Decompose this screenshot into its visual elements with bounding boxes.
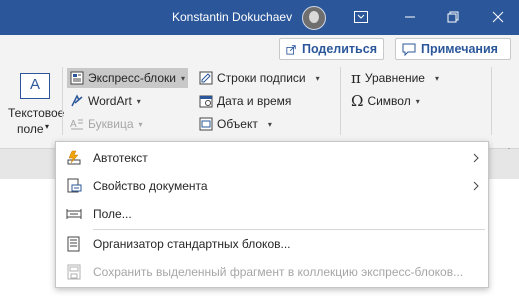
ribbon-display-options-icon[interactable] — [347, 5, 375, 29]
signature-line-label: Строки подписи — [217, 71, 306, 85]
dropcap-label: Буквица — [88, 117, 134, 131]
chevron-right-icon — [473, 153, 479, 163]
menu-item-save-selection: Сохранить выделенный фрагмент в коллекци… — [56, 258, 488, 286]
chevron-down-icon: ▾ — [267, 119, 272, 129]
menu-item-building-blocks-organizer[interactable]: Организатор стандартных блоков... — [56, 230, 488, 258]
dropcap-button[interactable]: A Буквица ▾ — [70, 114, 143, 134]
menu-item-label: Свойство документа — [93, 179, 208, 193]
symbol-button[interactable]: Ω Символ ▾ — [351, 91, 420, 111]
signature-line-icon — [199, 71, 213, 85]
object-label: Объект — [217, 117, 258, 131]
ribbon-divider — [491, 67, 492, 135]
building-blocks-organizer-icon — [67, 236, 80, 252]
close-icon[interactable] — [484, 5, 512, 29]
equation-button[interactable]: π Уравнение ▾ — [351, 68, 439, 88]
dropcap-icon: A — [70, 119, 83, 130]
omega-icon: Ω — [351, 92, 364, 110]
field-icon — [66, 209, 82, 219]
title-bar: Konstantin Dokuchaev — [0, 0, 519, 35]
ribbon: Поделиться Примечания A Текстовое поле ▾… — [0, 35, 519, 149]
wordart-icon — [71, 94, 83, 107]
date-time-label: Дата и время — [217, 94, 292, 108]
quick-parts-label: Экспресс-блоки — [88, 71, 176, 85]
user-name: Konstantin Dokuchaev — [172, 10, 293, 24]
menu-item-label: Организатор стандартных блоков... — [93, 237, 291, 251]
quick-parts-menu: Автотекст Свойство документа Поле... Орг… — [55, 141, 489, 288]
share-label: Поделиться — [301, 42, 377, 56]
symbol-label: Символ — [367, 94, 411, 108]
share-icon — [286, 44, 296, 55]
wordart-label: WordArt — [88, 94, 132, 108]
textbox-chevron-icon: ▾ — [45, 122, 50, 131]
menu-item-field[interactable]: Поле... — [56, 200, 488, 228]
chevron-right-icon — [473, 181, 479, 191]
document-property-icon — [67, 178, 82, 193]
textbox-label-line2: поле — [17, 122, 44, 136]
equation-label: Уравнение — [364, 71, 425, 85]
restore-icon[interactable] — [439, 5, 467, 29]
chevron-down-icon: ▾ — [434, 73, 439, 83]
wordart-button[interactable]: WordArt ▾ — [70, 91, 141, 111]
comment-icon — [402, 43, 416, 56]
menu-item-label: Сохранить выделенный фрагмент в коллекци… — [93, 265, 464, 279]
autotext-icon — [67, 150, 81, 165]
pi-icon: π — [351, 69, 361, 87]
textbox-label-line1: Текстовое — [8, 106, 65, 120]
object-icon — [199, 117, 213, 131]
menu-item-autotext[interactable]: Автотекст — [56, 144, 488, 172]
comments-label: Примечания — [421, 42, 498, 56]
user-avatar[interactable] — [302, 6, 326, 30]
comments-button[interactable]: Примечания — [395, 38, 511, 60]
chevron-down-icon: ▾ — [138, 119, 143, 129]
quick-parts-button[interactable]: Экспресс-блоки ▾ — [67, 68, 188, 88]
chevron-down-icon: ▾ — [136, 96, 141, 106]
chevron-down-icon: ▾ — [180, 73, 185, 83]
chevron-down-icon: ▾ — [315, 73, 320, 83]
ribbon-divider — [340, 67, 341, 135]
share-button[interactable]: Поделиться — [279, 38, 384, 60]
signature-line-button[interactable]: Строки подписи ▾ — [199, 68, 320, 88]
menu-item-label: Поле... — [93, 207, 132, 221]
menu-item-document-property[interactable]: Свойство документа — [56, 172, 488, 200]
object-button[interactable]: Объект ▾ — [199, 114, 272, 134]
minimize-icon[interactable] — [396, 5, 424, 29]
date-time-button[interactable]: Дата и время — [199, 91, 291, 111]
quick-parts-icon — [70, 71, 84, 85]
ribbon-divider — [62, 67, 63, 135]
save-selection-icon — [67, 264, 81, 280]
menu-item-label: Автотекст — [93, 151, 148, 165]
svg-text:A: A — [70, 119, 77, 130]
chevron-down-icon: ▾ — [415, 96, 420, 106]
calendar-icon — [199, 95, 213, 108]
textbox-icon[interactable]: A — [20, 73, 50, 99]
